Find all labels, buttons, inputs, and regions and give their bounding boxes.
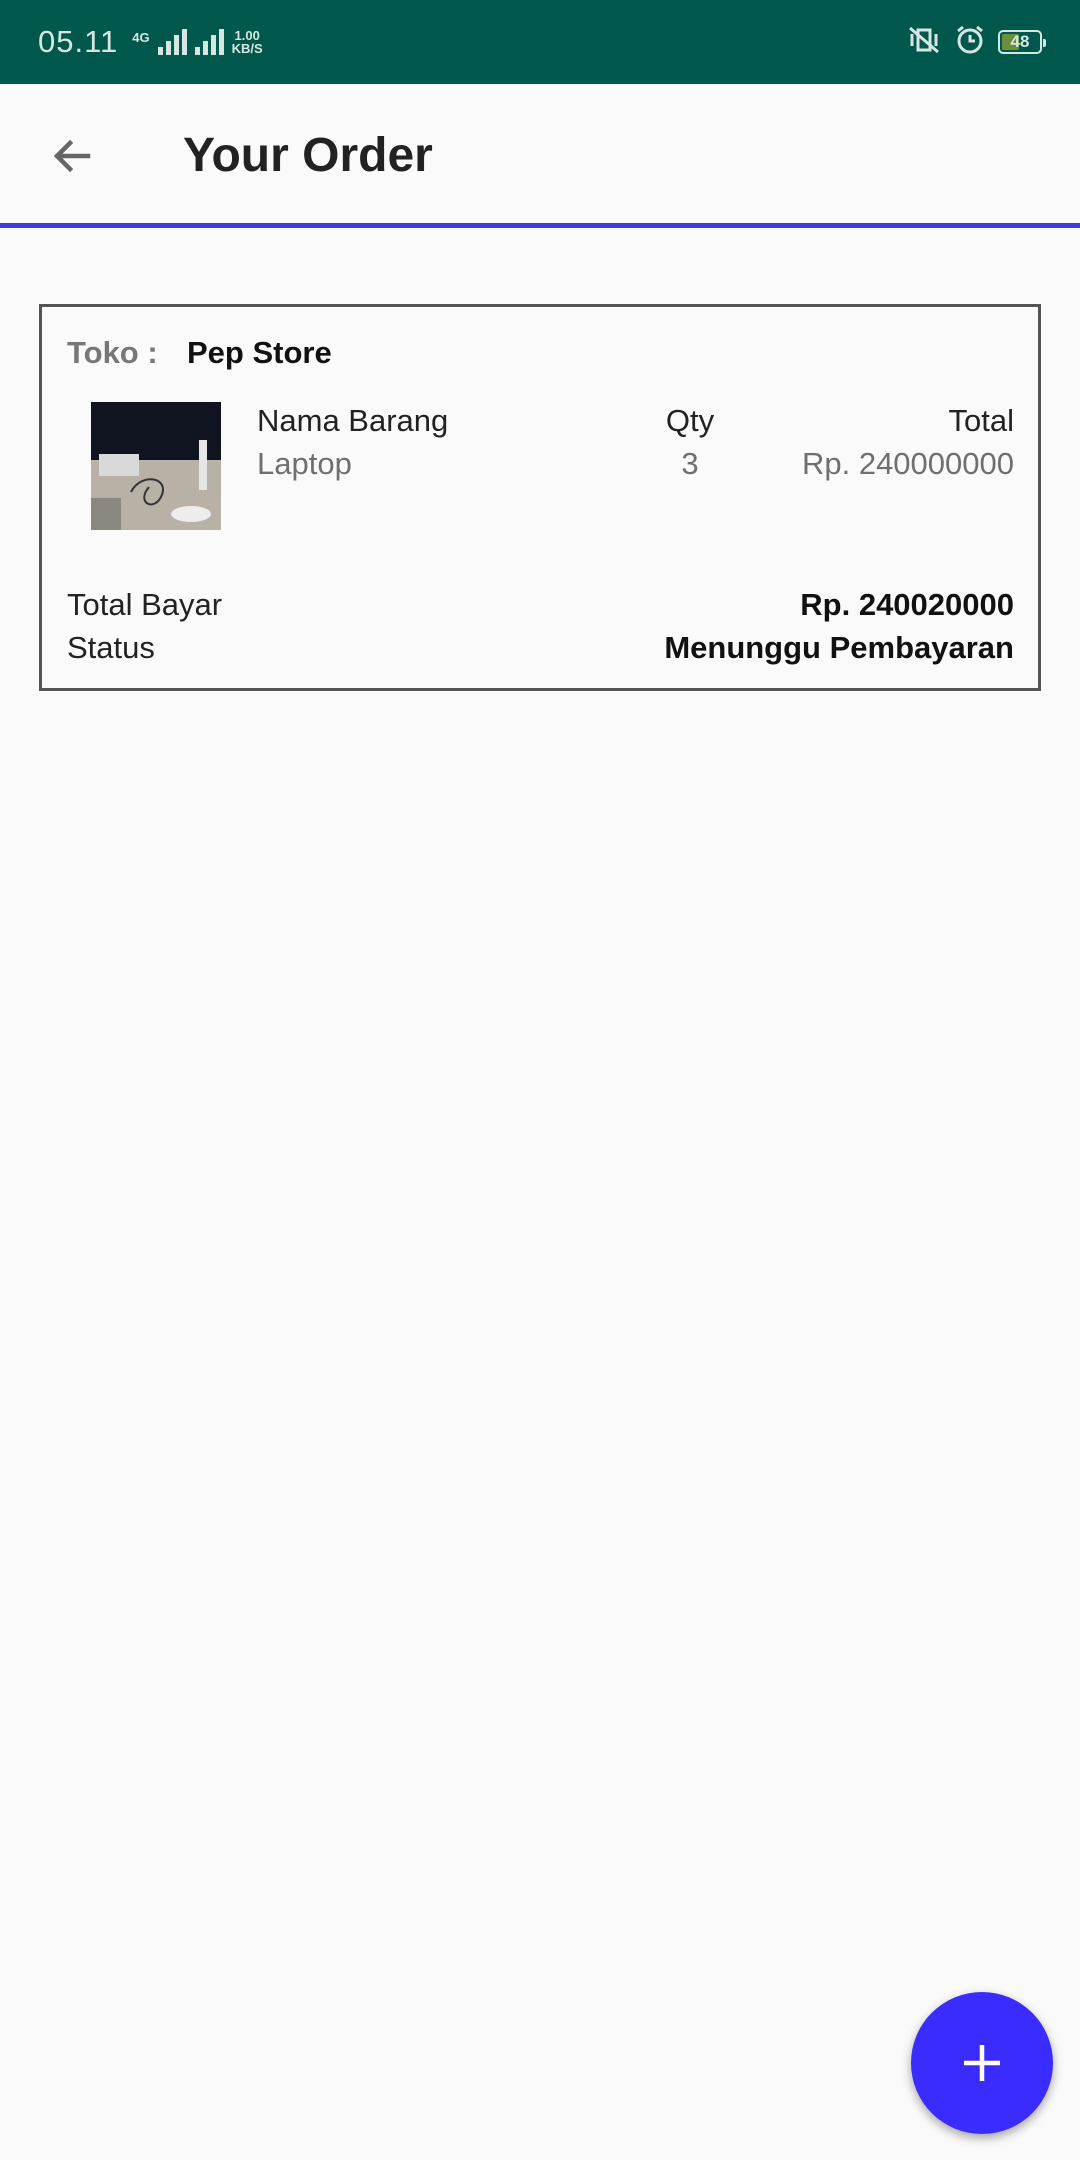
status-label: Status — [67, 630, 155, 665]
total-bayar-label: Total Bayar — [67, 587, 223, 622]
network-speed-unit: KB/S — [231, 41, 263, 56]
status-value: Menunggu Pembayaran — [664, 630, 1014, 665]
status-bar: 05.11 4G 1.00 KB/S 48 — [0, 0, 1080, 84]
network-type-label: 4G — [132, 30, 150, 45]
signal-strength-icon — [157, 29, 187, 55]
store-row: Toko : Pep Store — [67, 335, 332, 371]
store-name: Pep Store — [187, 335, 332, 370]
status-right-icons: 48 — [906, 24, 1046, 61]
battery-icon: 48 — [998, 30, 1046, 54]
store-label: Toko : — [67, 335, 158, 370]
plus-icon — [964, 2045, 1000, 2081]
add-fab-button[interactable] — [911, 1992, 1053, 2134]
alarm-icon — [954, 24, 986, 61]
status-time: 05.11 — [38, 24, 119, 59]
total-bayar-value: Rp. 240020000 — [800, 587, 1014, 622]
signal-strength-icon-2 — [194, 29, 224, 55]
back-button[interactable] — [36, 120, 108, 192]
app-bar: Your Order — [0, 84, 1080, 228]
network-speed: 1.00 KB/S — [232, 29, 263, 55]
vibrate-mute-icon — [906, 24, 942, 61]
header-total: Total — [948, 403, 1014, 438]
product-image — [91, 402, 221, 530]
status-left-icons: 4G 1.00 KB/S — [132, 29, 263, 55]
order-card[interactable]: Toko : Pep Store Nama Barang Qty Total L… — [39, 304, 1041, 691]
page-title: Your Order — [183, 129, 433, 182]
arrow-back-icon — [53, 139, 91, 173]
item-name: Laptop — [257, 446, 352, 481]
header-item-name: Nama Barang — [257, 403, 449, 438]
header-qty: Qty — [665, 403, 715, 438]
battery-level: 48 — [1010, 32, 1030, 51]
item-total: Rp. 240000000 — [801, 446, 1014, 481]
item-qty: 3 — [681, 446, 699, 481]
